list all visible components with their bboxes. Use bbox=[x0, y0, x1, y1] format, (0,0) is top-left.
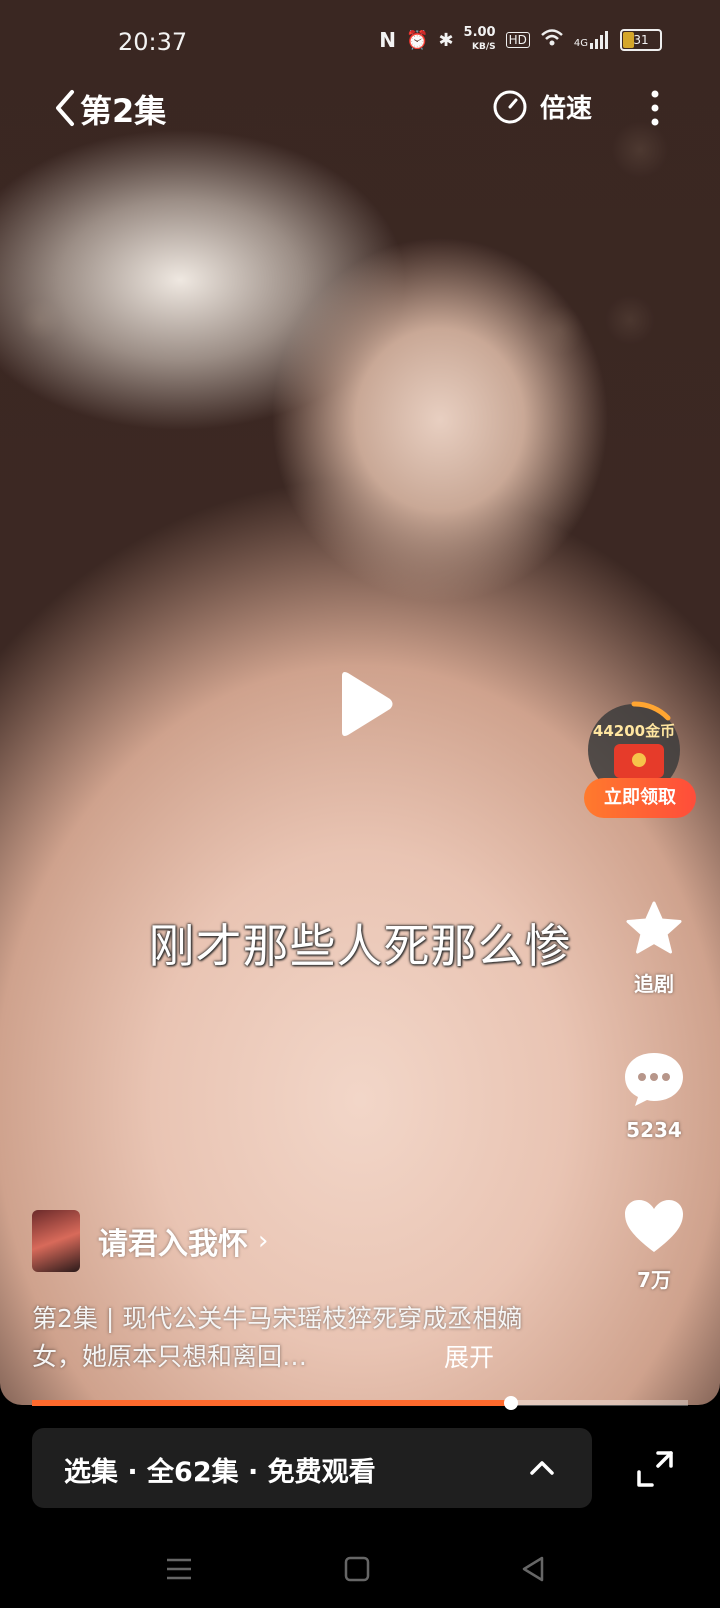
back-arrow-icon[interactable] bbox=[50, 88, 80, 128]
play-icon[interactable] bbox=[324, 668, 396, 740]
claim-reward-button[interactable]: 立即领取 bbox=[584, 778, 696, 818]
expand-button[interactable]: 展开 bbox=[444, 1338, 494, 1374]
episode-title: 第2集 bbox=[80, 92, 167, 130]
comment-icon bbox=[625, 1053, 683, 1106]
home-nav-icon[interactable] bbox=[342, 1554, 372, 1584]
status-icons: N ⏰ ✱ 5.00 KB/S HD 4G 31 bbox=[379, 26, 662, 54]
star-icon bbox=[626, 901, 682, 954]
back-nav-icon[interactable] bbox=[518, 1554, 548, 1584]
fullscreen-icon[interactable] bbox=[636, 1450, 674, 1488]
more-options-icon[interactable] bbox=[648, 88, 662, 128]
red-envelope-icon bbox=[614, 744, 664, 778]
like-button[interactable]: 7万 bbox=[612, 1198, 696, 1293]
heart-icon bbox=[625, 1200, 683, 1252]
speed-icon bbox=[493, 90, 527, 123]
episode-selector[interactable]: 选集 · 全62集 · 免费观看 bbox=[32, 1428, 592, 1508]
status-time: 20:37 bbox=[118, 28, 188, 56]
progress-knob[interactable] bbox=[503, 1396, 518, 1410]
drama-info[interactable]: 请君入我怀 › bbox=[32, 1210, 268, 1272]
alarm-icon: ⏰ bbox=[406, 29, 429, 51]
episode-selector-label: 选集 · 全62集 · 免费观看 bbox=[64, 1457, 376, 1488]
speed-button[interactable]: 倍速 bbox=[492, 88, 592, 125]
signal-icon: 4G bbox=[574, 31, 610, 49]
follow-label: 追剧 bbox=[634, 972, 674, 996]
follow-drama-button[interactable]: 追剧 bbox=[612, 900, 696, 997]
video-progress-bar[interactable] bbox=[32, 1396, 688, 1410]
system-nav-bar bbox=[0, 1540, 720, 1600]
hd-badge: HD bbox=[505, 32, 530, 48]
battery-icon: 31 bbox=[620, 29, 662, 51]
drama-name: 请君入我怀 bbox=[98, 1227, 248, 1262]
likes-count: 7万 bbox=[637, 1268, 671, 1292]
speed-label: 倍速 bbox=[540, 94, 593, 124]
status-bar: 20:37 N ⏰ ✱ 5.00 KB/S HD 4G 31 bbox=[0, 22, 720, 58]
comments-button[interactable]: 5234 bbox=[612, 1050, 696, 1142]
nfc-icon: N bbox=[379, 28, 397, 52]
bluetooth-icon: ✱ bbox=[438, 29, 454, 51]
chevron-right-icon: › bbox=[258, 1226, 269, 1256]
top-bar: 第2集 倍速 bbox=[0, 82, 720, 136]
wifi-icon bbox=[540, 28, 564, 53]
progress-fill bbox=[32, 1400, 511, 1406]
comments-count: 5234 bbox=[626, 1118, 682, 1142]
coins-amount: 44200金币 bbox=[592, 722, 676, 740]
drama-poster[interactable] bbox=[32, 1210, 80, 1272]
net-speed: 5.00 KB/S bbox=[463, 25, 496, 53]
chevron-up-icon bbox=[530, 1461, 554, 1475]
menu-nav-icon[interactable] bbox=[164, 1554, 194, 1584]
